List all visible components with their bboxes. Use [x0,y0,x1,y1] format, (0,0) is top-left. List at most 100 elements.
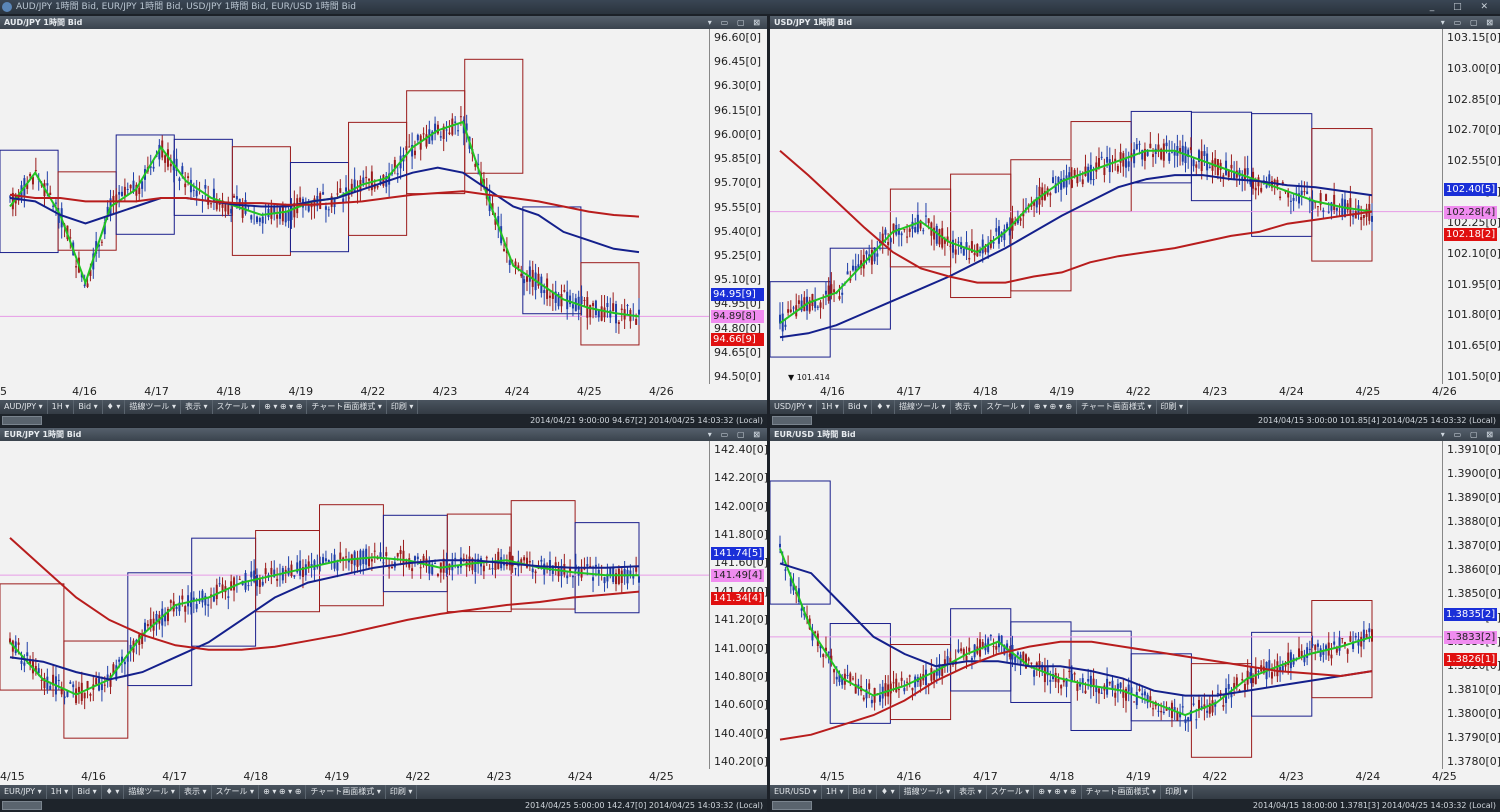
toolbar-item[interactable]: 表示 ▾ [951,400,983,414]
candle-body [908,228,911,232]
toolbar-item[interactable]: スケール ▾ [213,400,261,414]
scroll-handle[interactable] [772,416,812,425]
toolbar-item[interactable]: 描線ツール ▾ [895,400,951,414]
window-controls[interactable]: _ □ ✕ [1430,0,1496,14]
candle-body [468,556,471,568]
candle-body [1292,197,1295,201]
candle-body [1008,228,1011,236]
symbol-dropdown[interactable]: AUD/JPY ▾ [0,400,48,414]
price-axis[interactable]: 142.40[0] 142.20[0] 142.00[0] 141.80[0] 141.… [709,441,768,769]
toolbar-item[interactable]: 描線ツール ▾ [900,785,956,799]
candle-body [638,576,640,583]
toolbar-item[interactable]: 1H ▾ [817,400,844,414]
candle-body [17,642,20,645]
candle-body [1254,187,1257,191]
symbol-dropdown[interactable]: USD/JPY ▾ [770,400,818,414]
candle-body [49,685,52,690]
candle-body [416,134,419,141]
toolbar-item[interactable]: チャート画面様式 ▾ [307,400,387,414]
candle-body [887,241,890,246]
toolbar-item[interactable]: ⊕ ▾ ⊕ ▾ ⊕ [260,400,308,414]
candle-body [138,187,141,194]
candle-body [503,248,506,252]
chart-plot-area[interactable] [770,441,1442,769]
candle-body [1227,684,1230,690]
candle-body [784,324,787,327]
toolbar-item[interactable]: チャート画面様式 ▾ [1082,785,1162,799]
toolbar-item[interactable]: Bid ▾ [849,785,877,799]
price-tick-label: 1.3880[0] [1447,515,1500,528]
candle-body [304,564,307,576]
symbol-dropdown[interactable]: EUR/USD ▾ [770,785,822,799]
candle-body [626,305,629,307]
candle-body [868,683,871,690]
toolbar-item[interactable]: ⊕ ▾ ⊕ ▾ ⊕ [259,785,307,799]
toolbar-item[interactable]: チャート画面様式 ▾ [306,785,386,799]
scroll-handle[interactable] [772,801,812,810]
candle-body [1260,187,1263,192]
pane-window-controls[interactable]: ▾ ▭ ▢ ⊠ [708,428,763,441]
time-tick-label: 4/15 [0,770,25,783]
toolbar-item[interactable]: ⊕ ▾ ⊕ ▾ ⊕ [1030,400,1078,414]
toolbar-item[interactable]: 1H ▾ [48,400,75,414]
candle-body [164,155,167,163]
time-tick-label: 4/23 [486,770,512,783]
candle-body [1195,164,1198,168]
pane-window-controls[interactable]: ▾ ▭ ▢ ⊠ [1441,16,1496,29]
price-axis[interactable]: 96.60[0] 96.45[0] 96.30[0] 96.15[0] 96.00[0]… [709,29,767,384]
candle-body [1184,719,1187,724]
toolbar-item[interactable]: 描線ツール ▾ [125,400,181,414]
chart-pane-eurusd: EUR/USD 1時間 Bid ▾ ▭ ▢ ⊠ 1.3910[0] 1.3900[0]… [770,428,1500,812]
price-axis[interactable]: 103.15[0] 103.00[0] 102.85[0] 102.70[0] 102.… [1442,29,1500,384]
price-axis[interactable]: 1.3910[0] 1.3900[0] 1.3890[0] 1.3880[0] 1.38… [1442,441,1500,769]
toolbar-item[interactable]: ♦ ▾ [872,400,896,414]
toolbar-item[interactable]: 表示 ▾ [180,785,212,799]
toolbar-item[interactable]: 1H ▾ [822,785,849,799]
candle-body [563,563,566,575]
candle-body [388,567,391,569]
candle-body [425,134,428,147]
toolbar-item[interactable]: Bid ▾ [74,400,103,414]
candle-body [57,215,60,223]
chart-plot-area[interactable]: ▼ 101.414 [770,29,1442,384]
candle-body [63,696,66,699]
toolbar-item[interactable]: 印刷 ▾ [386,785,418,799]
time-axis: 4/15 4/16 4/17 4/18 4/19 4/22 4/23 4/24 4/25 [0,769,767,785]
toolbar-item[interactable]: スケール ▾ [212,785,260,799]
time-tick-label: 4/26 [649,385,674,398]
candle-body [1133,701,1136,703]
candle-body [100,241,103,243]
candle-body [577,296,580,310]
toolbar-item[interactable]: ♦ ▾ [877,785,900,799]
toolbar-item[interactable]: スケール ▾ [982,400,1030,414]
symbol-dropdown[interactable]: EUR/JPY ▾ [0,785,47,799]
pane-window-controls[interactable]: ▾ ▭ ▢ ⊠ [1441,428,1496,441]
toolbar-item[interactable]: 印刷 ▾ [1157,400,1189,414]
toolbar-item[interactable]: 表示 ▾ [181,400,213,414]
toolbar-item[interactable]: 印刷 ▾ [387,400,419,414]
scroll-handle[interactable] [2,801,42,810]
chart-plot-area[interactable] [0,29,709,384]
toolbar-item[interactable]: 表示 ▾ [955,785,987,799]
toolbar-item[interactable]: 1H ▾ [47,785,74,799]
price-tick-label: 1.3900[0] [1447,467,1500,480]
toolbar-item[interactable]: ♦ ▾ [102,785,125,799]
price-tick-label: 1.3890[0] [1447,491,1500,504]
toolbar-item[interactable]: ⊕ ▾ ⊕ ▾ ⊕ [1034,785,1082,799]
price-tick-label: 94.50[0] [714,370,762,383]
chart-plot-area[interactable] [0,441,709,769]
toolbar-item[interactable]: ♦ ▾ [103,400,126,414]
scroll-handle[interactable] [2,416,42,425]
toolbar-item[interactable]: Bid ▾ [73,785,102,799]
toolbar-item[interactable]: 描線ツール ▾ [124,785,180,799]
candle-body [178,178,181,182]
toolbar-item[interactable]: チャート画面様式 ▾ [1077,400,1157,414]
toolbar-item[interactable]: スケール ▾ [987,785,1035,799]
candle-body [118,659,121,662]
pane-window-controls[interactable]: ▾ ▭ ▢ ⊠ [708,16,763,29]
toolbar-item[interactable]: 印刷 ▾ [1161,785,1193,799]
candle-body [1060,685,1063,689]
candle-body [1138,688,1141,691]
toolbar-item[interactable]: Bid ▾ [844,400,873,414]
candle-body [1335,207,1338,211]
